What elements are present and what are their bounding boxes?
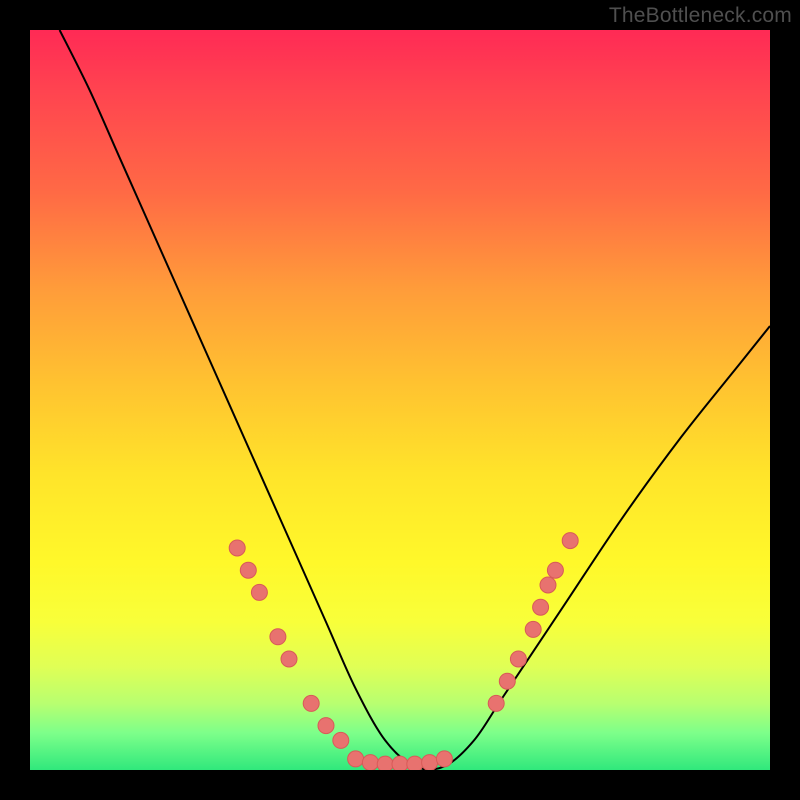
data-dot bbox=[533, 599, 549, 615]
right-arm-dots bbox=[488, 533, 578, 712]
data-dot bbox=[510, 651, 526, 667]
chart-overlay bbox=[30, 30, 770, 770]
data-dot bbox=[392, 756, 408, 770]
chart-stage: TheBottleneck.com bbox=[0, 0, 800, 800]
data-dot bbox=[377, 756, 393, 770]
data-dot bbox=[318, 718, 334, 734]
data-dot bbox=[333, 732, 349, 748]
data-dot bbox=[422, 755, 438, 770]
data-dot bbox=[281, 651, 297, 667]
data-dot bbox=[540, 577, 556, 593]
bottleneck-curve bbox=[60, 30, 770, 770]
plot-area bbox=[30, 30, 770, 770]
left-arm-dots bbox=[229, 540, 349, 748]
data-dot bbox=[525, 621, 541, 637]
minimum-dots bbox=[348, 751, 453, 770]
data-dot bbox=[562, 533, 578, 549]
data-dot bbox=[436, 751, 452, 767]
data-dot bbox=[251, 584, 267, 600]
data-dot bbox=[488, 695, 504, 711]
data-dot bbox=[229, 540, 245, 556]
watermark-text: TheBottleneck.com bbox=[609, 4, 792, 28]
data-dot bbox=[362, 755, 378, 770]
data-dot bbox=[499, 673, 515, 689]
data-dot bbox=[270, 629, 286, 645]
data-dot bbox=[348, 751, 364, 767]
data-dot bbox=[303, 695, 319, 711]
data-dot bbox=[240, 562, 256, 578]
data-dot bbox=[407, 756, 423, 770]
data-dot bbox=[547, 562, 563, 578]
